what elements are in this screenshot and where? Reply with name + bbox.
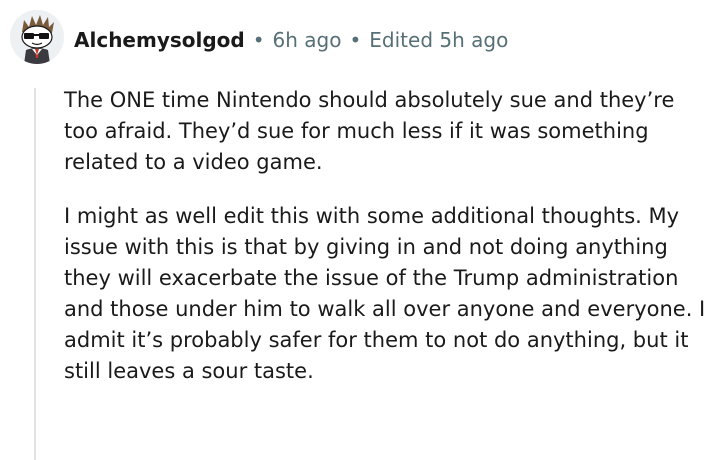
comment-body: The ONE time Nintendo should absolutely … xyxy=(64,85,706,410)
comment-paragraph: I might as well edit this with some addi… xyxy=(64,204,706,383)
meta-separator: • xyxy=(349,28,362,52)
comment: Alchemysolgod • 6h ago • Edited 5h ago T… xyxy=(0,0,709,460)
edited-time: Edited 5h ago xyxy=(369,28,509,52)
meta-separator: • xyxy=(252,28,265,52)
user-avatar[interactable] xyxy=(10,10,64,64)
comment-paragraph: The ONE time Nintendo should absolutely … xyxy=(64,88,675,174)
snoo-avatar-with-sunglasses-icon xyxy=(10,10,64,64)
posted-time[interactable]: 6h ago xyxy=(273,26,342,54)
comment-header: Alchemysolgod • 6h ago • Edited 5h ago xyxy=(74,26,508,54)
thread-line[interactable] xyxy=(34,88,36,460)
author-username[interactable]: Alchemysolgod xyxy=(74,26,245,54)
